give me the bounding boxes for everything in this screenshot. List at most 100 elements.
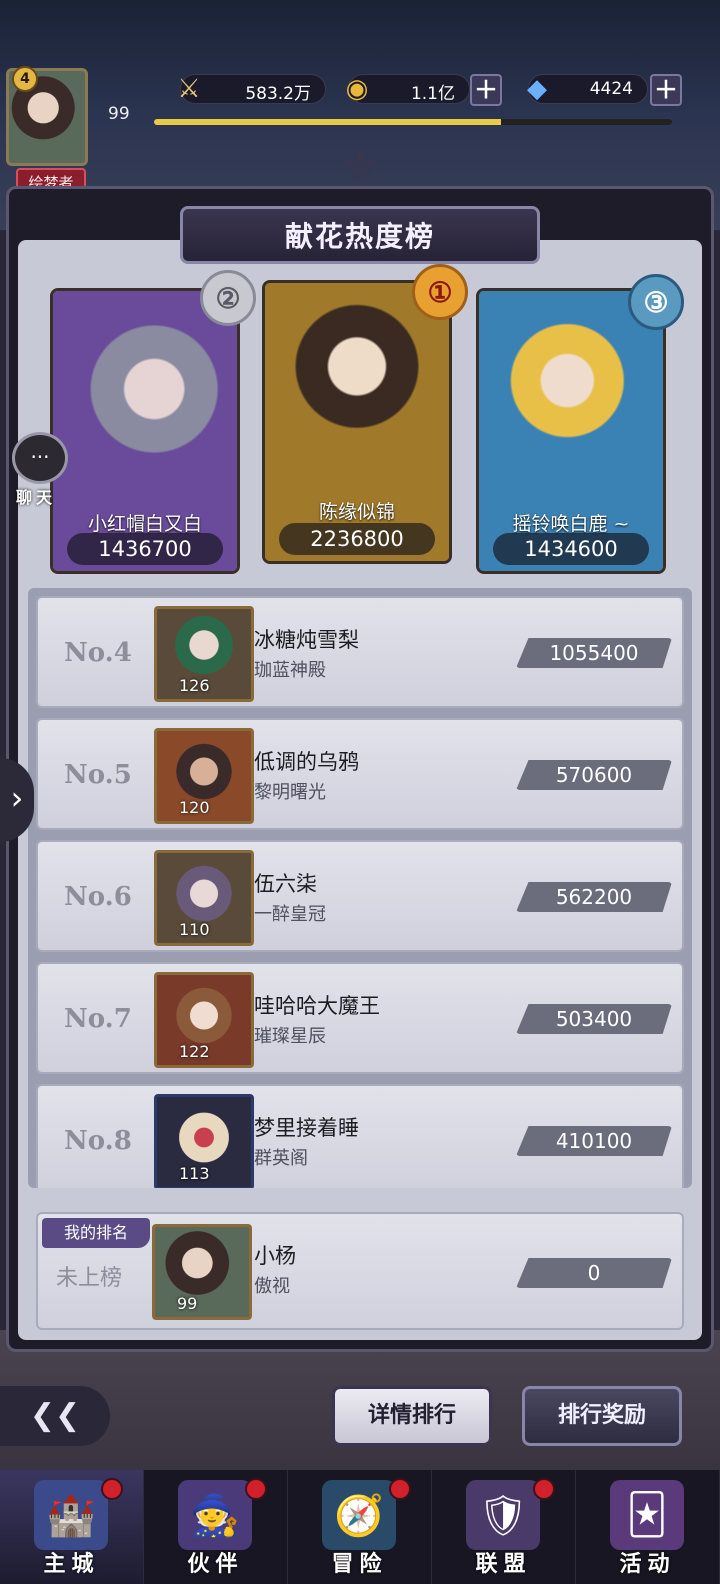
crest-ornament-icon: ⚜: [338, 138, 383, 196]
rank-number: No.4: [64, 638, 132, 668]
diamond-value: 4424: [589, 79, 633, 99]
podium-card-3[interactable]: 摇铃唤白鹿 ~ 1434600: [476, 288, 666, 574]
avatar-level: 120: [179, 798, 210, 817]
podium-card-1[interactable]: 陈缘似锦 2236800: [262, 280, 452, 564]
guild-name: 珈蓝神殿: [254, 660, 326, 681]
nav-label: 主城: [43, 1552, 100, 1577]
exp-bar: [154, 119, 672, 125]
nav-label: 活动: [619, 1552, 676, 1577]
notification-dot: [389, 1478, 411, 1500]
avatar-level: 122: [179, 1042, 210, 1061]
chat-icon: ···: [12, 432, 68, 484]
podium-score: 1434600: [493, 533, 649, 565]
player-avatar[interactable]: 113: [154, 1094, 254, 1188]
player-score: 410100: [516, 1126, 672, 1156]
podium-name: 小红帽白又白: [87, 513, 202, 535]
castle-icon: 🏰: [34, 1480, 108, 1550]
podium-score: 1436700: [67, 533, 223, 565]
player-name: 梦里接着睡: [254, 1116, 359, 1140]
power-display: ⚔ 583.2万: [177, 74, 326, 104]
board-title: 献花热度榜: [284, 220, 435, 253]
my-rank-row: 我的排名 未上榜 99 小杨 傲视 0: [36, 1212, 684, 1330]
power-value: 583.2万: [245, 84, 311, 104]
player-score: 562200: [516, 882, 672, 912]
rank-number: No.7: [64, 1004, 132, 1034]
wizard-hat-icon: 🧙: [178, 1480, 252, 1550]
detail-ranking-button[interactable]: 详情排行: [332, 1386, 492, 1446]
avatar-level: 113: [179, 1164, 210, 1183]
rank-number: No.6: [64, 882, 132, 912]
guild-name: 一醉皇冠: [254, 904, 326, 925]
player-avatar[interactable]: 120: [154, 728, 254, 824]
player-score: 503400: [516, 1004, 672, 1034]
player-avatar[interactable]: 126: [154, 606, 254, 702]
podium-score: 2236800: [279, 523, 435, 555]
rank-row[interactable]: No.5 120 低调的乌鸦 黎明曙光 570600: [36, 718, 684, 830]
player-score: 570600: [516, 760, 672, 790]
player-name: 伍六柒: [254, 872, 317, 896]
player-name: 小杨: [254, 1244, 296, 1268]
player-name: 低调的乌鸦: [254, 750, 359, 774]
rank-row[interactable]: No.6 110 伍六柒 一醉皇冠 562200: [36, 840, 684, 952]
notification-dot: [245, 1478, 267, 1500]
podium-name: 摇铃唤白鹿 ~: [512, 513, 630, 535]
diamond-display: ◆ 4424: [527, 74, 648, 104]
my-rank-status: 未上榜: [56, 1266, 123, 1291]
shield-icon: 🛡: [466, 1480, 540, 1550]
player-avatar[interactable]: 122: [154, 972, 254, 1068]
sword-wings-icon: ⚔: [177, 74, 201, 104]
rank-number: No.8: [64, 1126, 132, 1156]
chat-button[interactable]: ··· 聊天: [12, 432, 72, 507]
rank-number: No.5: [64, 760, 132, 790]
rank-row[interactable]: No.4 126 冰糖炖雪梨 珈蓝神殿 1055400: [36, 596, 684, 708]
rank-row[interactable]: No.8 113 梦里接着睡 群英阁 410100: [36, 1084, 684, 1188]
bronze-medal-icon: ③: [628, 274, 684, 330]
diamond-icon: ◆: [527, 74, 547, 104]
compass-icon: 🧭: [322, 1480, 396, 1550]
player-score: 1055400: [516, 638, 672, 668]
gold-medal-icon: ①: [412, 264, 468, 320]
gold-value: 1.1亿: [410, 84, 455, 104]
avatar-level: 110: [179, 920, 210, 939]
nav-tab-adventure[interactable]: 🧭 冒险: [288, 1470, 432, 1584]
player-name: 冰糖炖雪梨: [254, 628, 359, 652]
player-avatar[interactable]: 99: [152, 1224, 252, 1320]
guild-name: 黎明曙光: [254, 782, 326, 803]
guild-name: 璀璨星辰: [254, 1026, 326, 1047]
nav-label: 联盟: [475, 1552, 532, 1577]
player-level: 99: [108, 104, 130, 124]
cards-icon: 🃏: [610, 1480, 684, 1550]
nav-tab-events[interactable]: 🃏 活动: [576, 1470, 720, 1584]
silver-medal-icon: ②: [200, 270, 256, 326]
player-avatar[interactable]: 110: [154, 850, 254, 946]
ranking-reward-button[interactable]: 排行奖励: [522, 1386, 682, 1446]
chat-label: 聊天: [16, 488, 57, 507]
avatar-level-badge: 4: [12, 66, 38, 92]
podium-card-2[interactable]: 小红帽白又白 1436700: [50, 288, 240, 574]
my-rank-tag: 我的排名: [42, 1218, 150, 1248]
player-name: 哇哈哈大魔王: [254, 994, 380, 1018]
bottom-nav: 🏰 主城 🧙 伙伴 🧭 冒险 🛡 联盟 🃏 活动: [0, 1470, 720, 1584]
gold-coin-icon: ◉: [345, 74, 369, 104]
add-diamond-button[interactable]: ＋: [650, 74, 682, 106]
back-button[interactable]: ❮❮: [0, 1386, 110, 1446]
guild-name: 群英阁: [254, 1148, 308, 1169]
notification-dot: [533, 1478, 555, 1500]
nav-label: 伙伴: [187, 1552, 244, 1577]
podium-name: 陈缘似锦: [318, 501, 395, 523]
nav-tab-alliance[interactable]: 🛡 联盟: [432, 1470, 576, 1584]
avatar-level: 126: [179, 676, 210, 695]
nav-tab-main-city[interactable]: 🏰 主城: [0, 1470, 144, 1584]
rank-row[interactable]: No.7 122 哇哈哈大魔王 璀璨星辰 503400: [36, 962, 684, 1074]
nav-tab-partners[interactable]: 🧙 伙伴: [144, 1470, 288, 1584]
nav-label: 冒险: [331, 1552, 388, 1577]
guild-name: 傲视: [254, 1276, 290, 1297]
avatar-level: 99: [177, 1294, 198, 1313]
rank-list[interactable]: No.4 126 冰糖炖雪梨 珈蓝神殿 1055400 No.5 120 低调的…: [28, 588, 692, 1188]
add-gold-button[interactable]: ＋: [470, 74, 502, 106]
board-header: 献花热度榜: [180, 206, 540, 264]
exp-bar-fill: [154, 119, 502, 125]
gold-display: ◉ 1.1亿: [346, 74, 470, 104]
player-score: 0: [516, 1258, 672, 1288]
notification-dot: [101, 1478, 123, 1500]
